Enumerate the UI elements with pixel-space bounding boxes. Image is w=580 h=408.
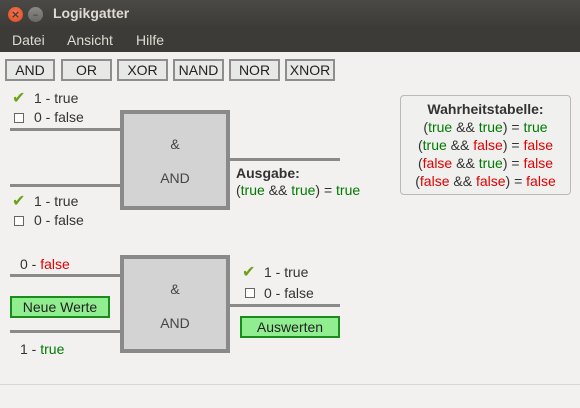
window-title: Logikgatter <box>53 5 130 21</box>
gate-button-xnor[interactable]: XNOR <box>285 59 335 81</box>
checkbox-icon[interactable] <box>245 288 255 298</box>
input-b-true-label[interactable]: 1 - true <box>34 193 78 209</box>
input-a-false-label[interactable]: 0 - false <box>34 109 84 125</box>
checkbox-icon[interactable] <box>14 216 24 226</box>
evaluate-button[interactable]: Auswerten <box>240 316 340 338</box>
truth-table-row: (false && false) = false <box>415 173 556 189</box>
output-true-label[interactable]: 1 - true <box>264 264 308 280</box>
menu-ansicht[interactable]: Ansicht <box>67 32 113 48</box>
gate-symbol: & <box>170 136 180 152</box>
gate-button-or[interactable]: OR <box>61 59 112 81</box>
input-a-value: 0 - false <box>20 256 70 272</box>
input-b-value: 1 - true <box>20 341 65 357</box>
gate-button-xor[interactable]: XOR <box>117 59 168 81</box>
menu-hilfe[interactable]: Hilfe <box>136 32 164 48</box>
new-values-button[interactable]: Neue Werte <box>10 296 110 318</box>
checkmark-icon[interactable]: ✔ <box>12 90 25 106</box>
input-b-wire <box>10 184 125 187</box>
truth-table-row: (true && true) = true <box>423 119 548 135</box>
gate-symbol: & <box>170 281 180 297</box>
and-gate-1: & AND <box>120 110 230 210</box>
input-b-wire-2 <box>10 330 125 333</box>
truth-table-row: (false && true) = false <box>417 155 554 171</box>
output-expression: (true && true) = true <box>236 182 361 198</box>
input-a-true-label[interactable]: 1 - true <box>34 90 78 106</box>
input-a-wire-2 <box>10 274 125 277</box>
menu-datei[interactable]: Datei <box>12 32 45 48</box>
close-icon: × <box>10 8 21 21</box>
truth-table-row: (true && false) = false <box>417 137 554 153</box>
minimize-icon: – <box>32 8 39 21</box>
and-gate-2: & AND <box>120 255 230 353</box>
close-window-button[interactable]: × <box>8 7 23 22</box>
output-title: Ausgabe: <box>236 165 300 181</box>
menu-bar: Datei Ansicht Hilfe <box>0 28 580 52</box>
status-bar <box>0 384 580 408</box>
input-b-false-label[interactable]: 0 - false <box>34 212 84 228</box>
checkmark-icon[interactable]: ✔ <box>12 193 25 209</box>
gate-button-and[interactable]: AND <box>5 59 55 81</box>
truth-table-title: Wahrheitstabelle: <box>427 101 544 117</box>
input-a-wire <box>10 128 125 131</box>
checkmark-icon[interactable]: ✔ <box>242 264 255 280</box>
output-wire-1 <box>230 158 340 161</box>
output-wire-2 <box>230 304 340 307</box>
gate-button-nor[interactable]: NOR <box>229 59 280 81</box>
title-bar: × – Logikgatter <box>0 0 580 28</box>
checkbox-icon[interactable] <box>14 113 24 123</box>
output-false-label[interactable]: 0 - false <box>264 285 314 301</box>
truth-table: Wahrheitstabelle: (true && true) = true (… <box>400 95 571 195</box>
gate-button-nand[interactable]: NAND <box>173 59 224 81</box>
minimize-window-button[interactable]: – <box>28 7 43 22</box>
gate-name: AND <box>160 170 190 186</box>
gate-name: AND <box>160 315 190 331</box>
